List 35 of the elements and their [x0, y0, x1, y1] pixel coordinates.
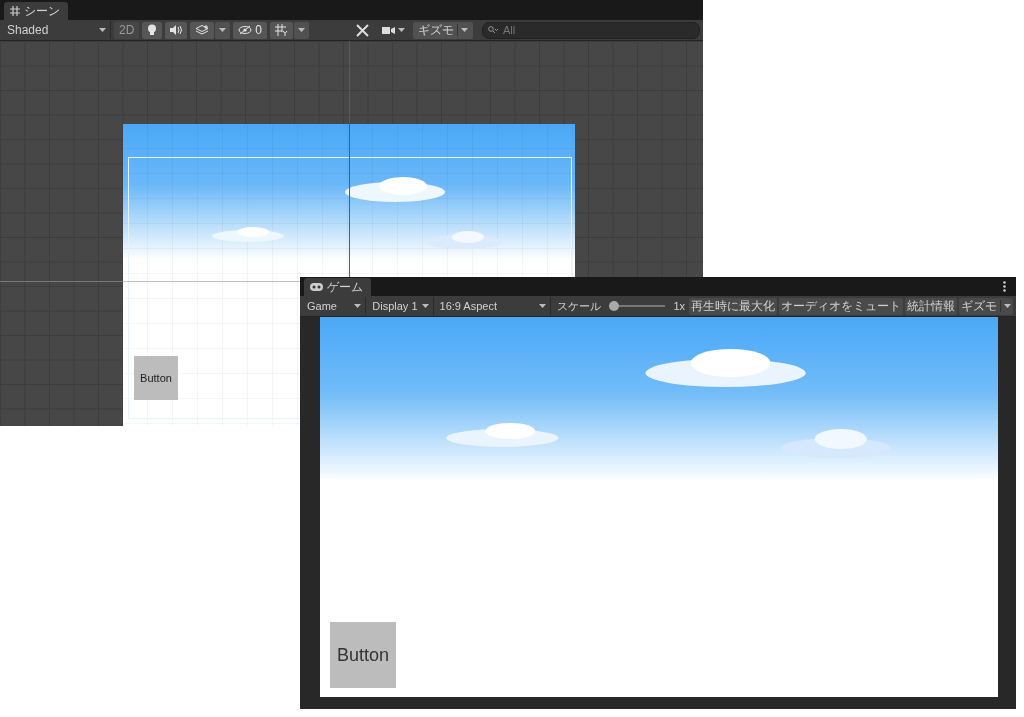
caret-icon: [461, 28, 468, 32]
effects-toggle[interactable]: [190, 21, 215, 39]
shading-dropdown[interactable]: Shaded: [3, 21, 111, 39]
hidden-eye-icon: [238, 25, 253, 35]
tools-icon: [356, 23, 369, 37]
caret-icon: [1004, 304, 1011, 308]
visibility-toggle[interactable]: 0: [233, 21, 268, 39]
grid-toggle[interactable]: [270, 21, 294, 39]
scale-slider[interactable]: [609, 301, 666, 311]
grid-icon: [10, 6, 20, 16]
speaker-icon: [170, 25, 183, 35]
caret-icon: [398, 28, 405, 32]
tab-label: シーン: [24, 2, 60, 20]
caret-icon: [99, 28, 106, 32]
scale-reading: 1x: [673, 300, 685, 312]
grid-snap-icon: [275, 24, 289, 36]
camera-icon: [382, 25, 395, 35]
lighting-toggle[interactable]: [142, 21, 163, 39]
caret-icon: [219, 28, 227, 32]
toolbar-toggle[interactable]: 統計情報: [905, 297, 957, 315]
more-icon[interactable]: [1003, 281, 1006, 292]
audio-toggle[interactable]: [165, 21, 188, 39]
options-dropdown[interactable]: [215, 21, 231, 39]
ui-button[interactable]: Button: [330, 622, 396, 688]
layers-icon: [195, 24, 210, 36]
options-dropdown[interactable]: [294, 21, 310, 39]
gizmos-dropdown[interactable]: ギズモ: [413, 21, 473, 39]
toolbar-toggle[interactable]: オーディオをミュート: [779, 297, 903, 315]
search-icon: [488, 25, 498, 34]
bulb-icon: [147, 24, 158, 36]
toolbar-toggle[interactable]: 再生時に最大化: [689, 297, 777, 315]
search-field[interactable]: All: [482, 21, 700, 39]
gizmos-dropdown[interactable]: ギズモ: [959, 297, 1013, 315]
scene-tab[interactable]: シーン: [4, 2, 68, 20]
caret-icon: [298, 28, 306, 32]
